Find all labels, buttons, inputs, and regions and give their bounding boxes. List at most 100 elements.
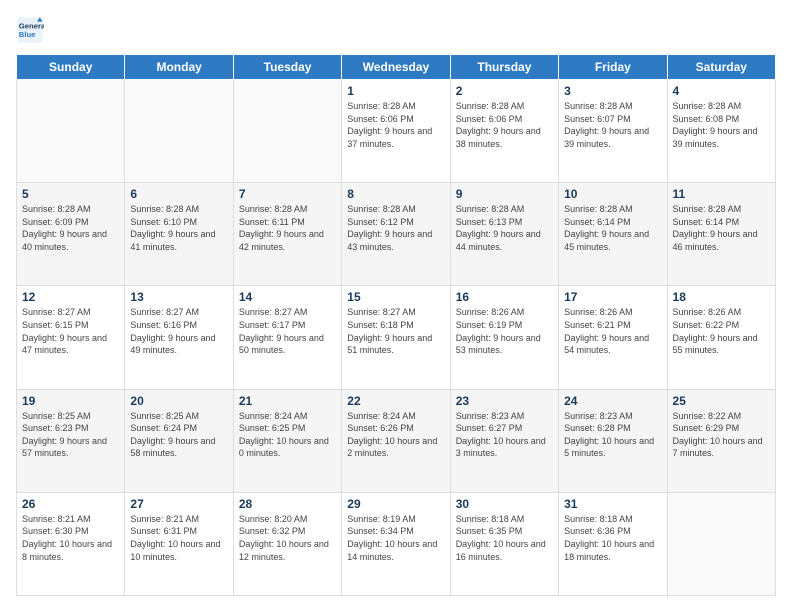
header: General Blue (16, 16, 776, 44)
day-number: 23 (456, 394, 553, 408)
col-header-thursday: Thursday (450, 55, 558, 80)
day-number: 15 (347, 290, 444, 304)
logo: General Blue (16, 16, 48, 44)
day-info: Sunrise: 8:18 AM Sunset: 6:35 PM Dayligh… (456, 513, 553, 563)
svg-text:General: General (19, 22, 44, 31)
day-info: Sunrise: 8:27 AM Sunset: 6:15 PM Dayligh… (22, 306, 119, 356)
day-info: Sunrise: 8:25 AM Sunset: 6:24 PM Dayligh… (130, 410, 227, 460)
week-row-2: 5Sunrise: 8:28 AM Sunset: 6:09 PM Daylig… (17, 183, 776, 286)
day-info: Sunrise: 8:25 AM Sunset: 6:23 PM Dayligh… (22, 410, 119, 460)
day-cell: 3 Sunrise: 8:28 AM Sunset: 6:07 PM Daylig… (559, 80, 667, 183)
week-row-4: 19 Sunrise: 8:25 AM Sunset: 6:23 PM Dayli… (17, 389, 776, 492)
day-number: 30 (456, 497, 553, 511)
day-number: 5 (22, 187, 119, 201)
day-info: Sunrise: 8:24 AM Sunset: 6:25 PM Dayligh… (239, 410, 336, 460)
day-cell: 18 Sunrise: 8:26 AM Sunset: 6:22 PM Dayli… (667, 286, 775, 389)
day-cell: 13 Sunrise: 8:27 AM Sunset: 6:16 PM Dayli… (125, 286, 233, 389)
day-info: Sunrise: 8:22 AM Sunset: 6:29 PM Dayligh… (673, 410, 770, 460)
day-info: Sunrise: 8:28 AM Sunset: 6:07 PM Dayligh… (564, 100, 661, 150)
day-cell: 9Sunrise: 8:28 AM Sunset: 6:13 PM Daylig… (450, 183, 558, 286)
day-info: Sunrise: 8:20 AM Sunset: 6:32 PM Dayligh… (239, 513, 336, 563)
svg-text:Blue: Blue (19, 30, 36, 39)
col-header-friday: Friday (559, 55, 667, 80)
day-number: 8 (347, 187, 444, 201)
day-number: 18 (673, 290, 770, 304)
day-cell: 28Sunrise: 8:20 AM Sunset: 6:32 PM Dayli… (233, 492, 341, 595)
day-cell: 1 Sunrise: 8:28 AM Sunset: 6:06 PM Daylig… (342, 80, 450, 183)
day-number: 11 (673, 187, 770, 201)
day-info: Sunrise: 8:24 AM Sunset: 6:26 PM Dayligh… (347, 410, 444, 460)
day-info: Sunrise: 8:28 AM Sunset: 6:14 PM Dayligh… (673, 203, 770, 253)
day-info: Sunrise: 8:26 AM Sunset: 6:22 PM Dayligh… (673, 306, 770, 356)
day-info: Sunrise: 8:28 AM Sunset: 6:12 PM Dayligh… (347, 203, 444, 253)
day-cell: 14 Sunrise: 8:27 AM Sunset: 6:17 PM Dayli… (233, 286, 341, 389)
day-cell: 7 Sunrise: 8:28 AM Sunset: 6:11 PM Daylig… (233, 183, 341, 286)
day-number: 19 (22, 394, 119, 408)
day-number: 12 (22, 290, 119, 304)
day-number: 22 (347, 394, 444, 408)
day-number: 24 (564, 394, 661, 408)
day-number: 7 (239, 187, 336, 201)
day-info: Sunrise: 8:27 AM Sunset: 6:16 PM Dayligh… (130, 306, 227, 356)
col-header-tuesday: Tuesday (233, 55, 341, 80)
week-row-3: 12 Sunrise: 8:27 AM Sunset: 6:15 PM Dayli… (17, 286, 776, 389)
calendar-page: General Blue SundayMondayTuesdayWednesda… (0, 0, 792, 612)
day-cell: 24 Sunrise: 8:23 AM Sunset: 6:28 PM Dayli… (559, 389, 667, 492)
day-info: Sunrise: 8:27 AM Sunset: 6:17 PM Dayligh… (239, 306, 336, 356)
day-cell: 29 Sunrise: 8:19 AM Sunset: 6:34 PM Dayli… (342, 492, 450, 595)
day-number: 10 (564, 187, 661, 201)
day-number: 29 (347, 497, 444, 511)
col-header-sunday: Sunday (17, 55, 125, 80)
day-info: Sunrise: 8:28 AM Sunset: 6:06 PM Dayligh… (456, 100, 553, 150)
day-number: 17 (564, 290, 661, 304)
day-number: 31 (564, 497, 661, 511)
day-number: 3 (564, 84, 661, 98)
day-info: Sunrise: 8:19 AM Sunset: 6:34 PM Dayligh… (347, 513, 444, 563)
day-cell (667, 492, 775, 595)
day-info: Sunrise: 8:26 AM Sunset: 6:21 PM Dayligh… (564, 306, 661, 356)
day-cell: 4Sunrise: 8:28 AM Sunset: 6:08 PM Daylig… (667, 80, 775, 183)
day-number: 6 (130, 187, 227, 201)
day-cell: 22 Sunrise: 8:24 AM Sunset: 6:26 PM Dayli… (342, 389, 450, 492)
day-cell: 8 Sunrise: 8:28 AM Sunset: 6:12 PM Daylig… (342, 183, 450, 286)
day-cell: 17 Sunrise: 8:26 AM Sunset: 6:21 PM Dayli… (559, 286, 667, 389)
day-number: 1 (347, 84, 444, 98)
day-info: Sunrise: 8:26 AM Sunset: 6:19 PM Dayligh… (456, 306, 553, 356)
day-info: Sunrise: 8:23 AM Sunset: 6:27 PM Dayligh… (456, 410, 553, 460)
day-cell: 20 Sunrise: 8:25 AM Sunset: 6:24 PM Dayli… (125, 389, 233, 492)
day-cell: 27Sunrise: 8:21 AM Sunset: 6:31 PM Dayli… (125, 492, 233, 595)
day-info: Sunrise: 8:28 AM Sunset: 6:11 PM Dayligh… (239, 203, 336, 253)
day-cell: 19 Sunrise: 8:25 AM Sunset: 6:23 PM Dayli… (17, 389, 125, 492)
day-cell (125, 80, 233, 183)
day-cell: 31Sunrise: 8:18 AM Sunset: 6:36 PM Dayli… (559, 492, 667, 595)
day-number: 16 (456, 290, 553, 304)
day-cell (17, 80, 125, 183)
day-info: Sunrise: 8:28 AM Sunset: 6:10 PM Dayligh… (130, 203, 227, 253)
day-cell: 23 Sunrise: 8:23 AM Sunset: 6:27 PM Dayli… (450, 389, 558, 492)
day-cell: 30 Sunrise: 8:18 AM Sunset: 6:35 PM Dayli… (450, 492, 558, 595)
day-info: Sunrise: 8:28 AM Sunset: 6:13 PM Dayligh… (456, 203, 553, 253)
day-cell: 16 Sunrise: 8:26 AM Sunset: 6:19 PM Dayli… (450, 286, 558, 389)
col-header-saturday: Saturday (667, 55, 775, 80)
day-number: 25 (673, 394, 770, 408)
day-number: 27 (130, 497, 227, 511)
day-number: 4 (673, 84, 770, 98)
week-row-5: 26Sunrise: 8:21 AM Sunset: 6:30 PM Dayli… (17, 492, 776, 595)
day-cell: 10Sunrise: 8:28 AM Sunset: 6:14 PM Dayli… (559, 183, 667, 286)
week-row-1: 1 Sunrise: 8:28 AM Sunset: 6:06 PM Daylig… (17, 80, 776, 183)
logo-icon: General Blue (16, 16, 44, 44)
header-row: SundayMondayTuesdayWednesdayThursdayFrid… (17, 55, 776, 80)
day-cell: 11 Sunrise: 8:28 AM Sunset: 6:14 PM Dayli… (667, 183, 775, 286)
day-cell: 5Sunrise: 8:28 AM Sunset: 6:09 PM Daylig… (17, 183, 125, 286)
day-number: 14 (239, 290, 336, 304)
day-cell: 26Sunrise: 8:21 AM Sunset: 6:30 PM Dayli… (17, 492, 125, 595)
day-info: Sunrise: 8:28 AM Sunset: 6:06 PM Dayligh… (347, 100, 444, 150)
day-info: Sunrise: 8:27 AM Sunset: 6:18 PM Dayligh… (347, 306, 444, 356)
day-cell: 21Sunrise: 8:24 AM Sunset: 6:25 PM Dayli… (233, 389, 341, 492)
day-info: Sunrise: 8:23 AM Sunset: 6:28 PM Dayligh… (564, 410, 661, 460)
day-number: 20 (130, 394, 227, 408)
col-header-monday: Monday (125, 55, 233, 80)
day-number: 13 (130, 290, 227, 304)
day-cell: 2Sunrise: 8:28 AM Sunset: 6:06 PM Daylig… (450, 80, 558, 183)
day-cell: 15 Sunrise: 8:27 AM Sunset: 6:18 PM Dayli… (342, 286, 450, 389)
